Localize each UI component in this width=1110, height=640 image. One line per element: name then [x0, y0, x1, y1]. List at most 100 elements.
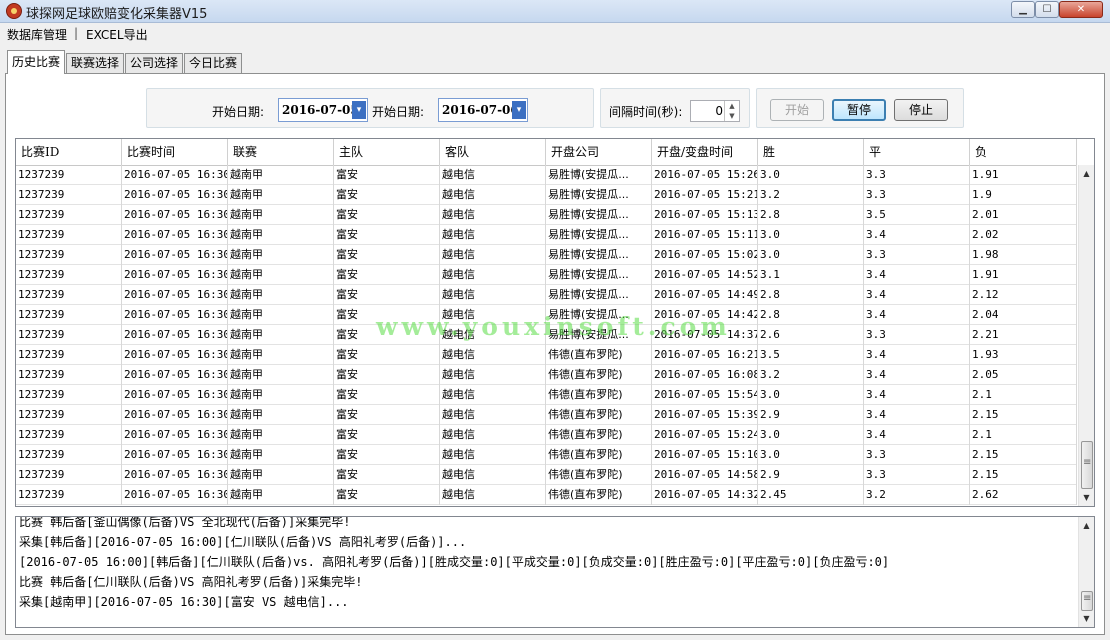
col-bookmaker-cell: 伟德(直布罗陀)	[546, 385, 652, 405]
col-home-team-cell: 富安	[334, 345, 440, 365]
menu-item-database[interactable]: 数据库管理	[7, 26, 67, 43]
col-match-id-cell: 1237239	[16, 345, 122, 365]
scroll-up-arrow-icon[interactable]: ▲	[1079, 517, 1094, 534]
scroll-down-arrow-icon[interactable]: ▼	[1079, 489, 1094, 506]
scroll-up-arrow-icon[interactable]: ▲	[1079, 165, 1094, 182]
col-win-header[interactable]: 胜	[758, 139, 864, 165]
minimize-button[interactable]: ▁	[1011, 1, 1035, 18]
table-row[interactable]: 1237239 2016-07-05 16:30 越南甲 富安 越电信 伟德(直布罗陀) 2…	[16, 485, 1077, 505]
table-row[interactable]: 1237239 2016-07-05 16:30 越南甲 富安 越电信 伟德(直布罗陀) 2…	[16, 465, 1077, 485]
col-win-cell: 3.1	[758, 265, 864, 285]
col-bookmaker-cell: 伟德(直布罗陀)	[546, 445, 652, 465]
log-output[interactable]: 比赛 韩后备[釜山偶像(后备)VS 全北现代(后备)]采集完毕! 采集[韩后备][…	[15, 516, 1095, 628]
tab-company-select[interactable]: 公司选择	[125, 53, 183, 73]
table-row[interactable]: 1237239 2016-07-05 16:30 越南甲 富安 越电信 伟德(直布罗陀) 2…	[16, 405, 1077, 425]
col-match-id-cell: 1237239	[16, 365, 122, 385]
col-match-time-cell: 2016-07-05 16:30	[122, 345, 228, 365]
scroll-thumb[interactable]	[1081, 591, 1093, 611]
table-row[interactable]: 1237239 2016-07-05 16:30 越南甲 富安 越电信 易胜博(安提瓜..…	[16, 205, 1077, 225]
col-bookmaker-cell: 易胜博(安提瓜...	[546, 225, 652, 245]
col-league-header[interactable]: 联赛	[228, 139, 334, 165]
col-bookmaker-cell: 伟德(直布罗陀)	[546, 405, 652, 425]
col-draw-cell: 3.4	[864, 385, 970, 405]
col-bookmaker-cell: 伟德(直布罗陀)	[546, 365, 652, 385]
col-odds-time-cell: 2016-07-05 15:21	[652, 185, 758, 205]
table-row[interactable]: 1237239 2016-07-05 16:30 越南甲 富安 越电信 伟德(直布罗陀) 2…	[16, 445, 1077, 465]
col-match-time-header[interactable]: 比赛时间	[122, 139, 228, 165]
col-win-cell: 3.0	[758, 445, 864, 465]
col-odds-time-cell: 2016-07-05 14:52	[652, 265, 758, 285]
col-odds-time-cell: 2016-07-05 15:26	[652, 165, 758, 185]
odds-data-grid[interactable]: 比赛ID 比赛时间 联赛 主队 客队 开盘公司 开盘/变盘时间胜平负 1237239 2016…	[15, 138, 1095, 507]
start-date-value: 2016-07-05	[282, 103, 359, 117]
col-home-team-header[interactable]: 主队	[334, 139, 440, 165]
end-date-picker[interactable]: 2016-07-06 ▾	[438, 98, 528, 122]
col-bookmaker-cell: 伟德(直布罗陀)	[546, 485, 652, 505]
col-match-id-cell: 1237239	[16, 385, 122, 405]
col-bookmaker-header[interactable]: 开盘公司	[546, 139, 652, 165]
col-league-cell: 越南甲	[228, 425, 334, 445]
col-match-id-cell: 1237239	[16, 245, 122, 265]
col-odds-time-header[interactable]: 开盘/变盘时间	[652, 139, 758, 165]
interval-spinner[interactable]: 0 ▲ ▼	[690, 100, 740, 122]
pause-button[interactable]: 暂停	[832, 99, 886, 121]
col-away-team-cell: 越电信	[440, 405, 546, 425]
calendar-dropdown-icon[interactable]: ▾	[512, 101, 526, 119]
col-match-id-header[interactable]: 比赛ID	[16, 139, 122, 165]
close-button[interactable]: ✕	[1059, 1, 1103, 18]
scroll-down-arrow-icon[interactable]: ▼	[1079, 610, 1094, 627]
menu-item-excel-export[interactable]: EXCEL导出	[86, 26, 148, 43]
calendar-dropdown-icon[interactable]: ▾	[352, 101, 366, 119]
start-date-picker[interactable]: 2016-07-05 ▾	[278, 98, 368, 122]
col-lose-header[interactable]: 负	[970, 139, 1077, 165]
grid-vertical-scrollbar[interactable]: ▲ ▼	[1078, 165, 1094, 506]
col-home-team-cell: 富安	[334, 185, 440, 205]
col-odds-time-cell: 2016-07-05 15:02	[652, 245, 758, 265]
col-match-id-cell: 1237239	[16, 425, 122, 445]
tab-league-select[interactable]: 联赛选择	[66, 53, 124, 73]
col-match-time-cell: 2016-07-05 16:30	[122, 285, 228, 305]
scroll-thumb[interactable]	[1081, 441, 1093, 489]
col-bookmaker-cell: 伟德(直布罗陀)	[546, 345, 652, 365]
col-bookmaker-cell: 易胜博(安提瓜...	[546, 305, 652, 325]
col-league-cell: 越南甲	[228, 345, 334, 365]
table-row[interactable]: 1237239 2016-07-05 16:30 越南甲 富安 越电信 易胜博(安提瓜..…	[16, 305, 1077, 325]
col-match-id-cell: 1237239	[16, 465, 122, 485]
log-vertical-scrollbar[interactable]: ▲ ▼	[1078, 517, 1094, 627]
col-league-cell: 越南甲	[228, 305, 334, 325]
col-win-cell: 2.8	[758, 205, 864, 225]
table-row[interactable]: 1237239 2016-07-05 16:30 越南甲 富安 越电信 伟德(直布罗陀) 2…	[16, 425, 1077, 445]
table-row[interactable]: 1237239 2016-07-05 16:30 越南甲 富安 越电信 伟德(直布罗陀) 2…	[16, 385, 1077, 405]
spin-down-icon[interactable]: ▼	[725, 111, 739, 121]
col-odds-time-cell: 2016-07-05 15:54	[652, 385, 758, 405]
col-win-cell: 2.6	[758, 325, 864, 345]
maximize-button[interactable]: ☐	[1035, 1, 1059, 18]
col-lose-cell: 2.12	[970, 285, 1077, 305]
col-away-team-cell: 越电信	[440, 225, 546, 245]
tab-history[interactable]: 历史比赛	[7, 50, 65, 74]
table-row[interactable]: 1237239 2016-07-05 16:30 越南甲 富安 越电信 易胜博(安提瓜..…	[16, 225, 1077, 245]
col-away-team-cell: 越电信	[440, 485, 546, 505]
col-home-team-cell: 富安	[334, 325, 440, 345]
spin-up-icon[interactable]: ▲	[725, 101, 739, 111]
table-row[interactable]: 1237239 2016-07-05 16:30 越南甲 富安 越电信 伟德(直布罗陀) 2…	[16, 345, 1077, 365]
tab-today[interactable]: 今日比赛	[184, 53, 242, 73]
table-row[interactable]: 1237239 2016-07-05 16:30 越南甲 富安 越电信 伟德(直布罗陀) 2…	[16, 365, 1077, 385]
table-row[interactable]: 1237239 2016-07-05 16:30 越南甲 富安 越电信 易胜博(安提瓜..…	[16, 285, 1077, 305]
start-button[interactable]: 开始	[770, 99, 824, 121]
table-row[interactable]: 1237239 2016-07-05 16:30 越南甲 富安 越电信 易胜博(安提瓜..…	[16, 245, 1077, 265]
stop-button[interactable]: 停止	[894, 99, 948, 121]
table-row[interactable]: 1237239 2016-07-05 16:30 越南甲 富安 越电信 易胜博(安提瓜..…	[16, 185, 1077, 205]
col-bookmaker-cell: 伟德(直布罗陀)	[546, 465, 652, 485]
menu-separator: |	[74, 26, 79, 40]
col-draw-header[interactable]: 平	[864, 139, 970, 165]
table-row[interactable]: 1237239 2016-07-05 16:30 越南甲 富安 越电信 易胜博(安提瓜..…	[16, 325, 1077, 345]
table-row[interactable]: 1237239 2016-07-05 16:30 越南甲 富安 越电信 易胜博(安提瓜..…	[16, 165, 1077, 185]
col-away-team-header[interactable]: 客队	[440, 139, 546, 165]
col-league-cell: 越南甲	[228, 285, 334, 305]
col-draw-cell: 3.4	[864, 285, 970, 305]
col-home-team-cell: 富安	[334, 485, 440, 505]
table-row[interactable]: 1237239 2016-07-05 16:30 越南甲 富安 越电信 易胜博(安提瓜..…	[16, 265, 1077, 285]
log-line: 比赛 韩后备[釜山偶像(后备)VS 全北现代(后备)]采集完毕!	[19, 516, 351, 529]
col-match-id-cell: 1237239	[16, 165, 122, 185]
